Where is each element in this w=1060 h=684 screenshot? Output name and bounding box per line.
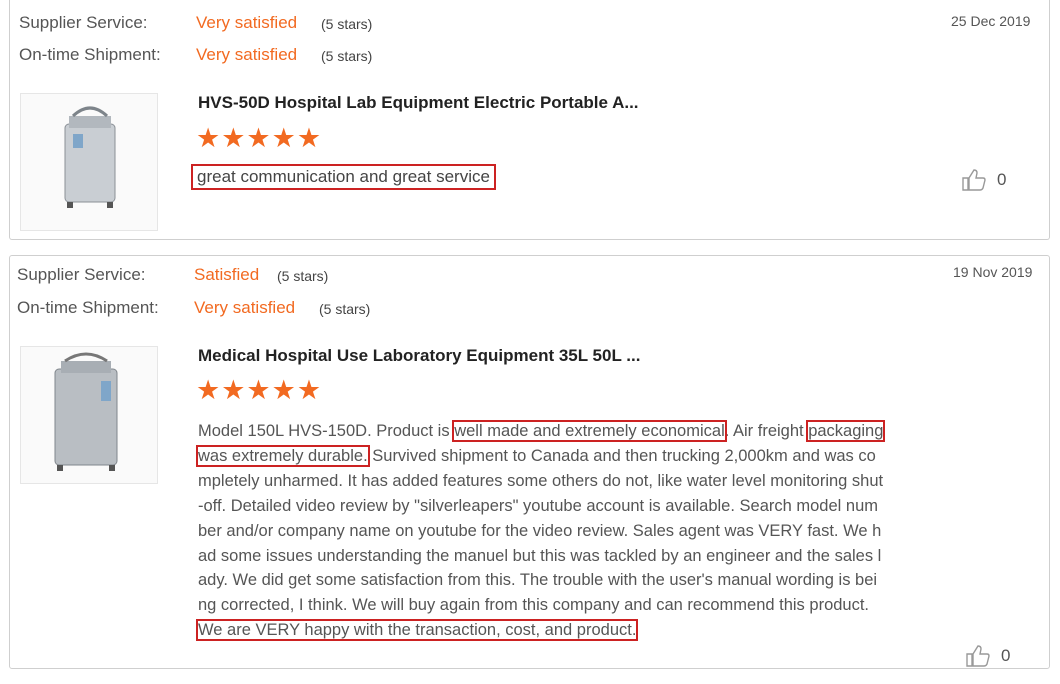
comment-text: Survived shipment to Canada and then tru…	[198, 446, 884, 615]
shipment-label: On-time Shipment:	[19, 45, 161, 64]
review-comment: Model 150L HVS-150D. Product is well mad…	[195, 419, 886, 643]
thumbs-up-icon	[966, 645, 990, 667]
like-button[interactable]: 0	[965, 644, 1010, 668]
shipment-value: Very satisfied	[194, 298, 296, 317]
highlighted-phrase: We are VERY happy with the transaction, …	[195, 619, 639, 642]
supplier-service-value: Satisfied	[194, 265, 260, 284]
rating-stars: ★★★★★	[196, 375, 323, 405]
like-count: 0	[997, 170, 1007, 189]
product-image[interactable]	[20, 346, 158, 484]
supplier-service-stars: (5 stars)	[321, 16, 373, 32]
shipment-stars: (5 stars)	[319, 301, 371, 317]
autoclave-image	[54, 352, 118, 471]
supplier-service-label: Supplier Service:	[19, 13, 148, 32]
supplier-service-value: Very satisfied	[196, 13, 298, 32]
autoclave-image	[64, 106, 116, 208]
review-date: 25 Dec 2019	[951, 13, 1031, 29]
rating-stars: ★★★★★	[196, 123, 323, 153]
shipment-label: On-time Shipment:	[17, 298, 159, 317]
comment-text: . Air freight	[724, 422, 809, 440]
like-count: 0	[1001, 646, 1011, 665]
review-comment: great communication and great service	[191, 164, 496, 190]
product-title[interactable]: HVS-50D Hospital Lab Equipment Electric …	[198, 93, 639, 113]
review-date: 19 Nov 2019	[953, 264, 1033, 280]
product-title[interactable]: Medical Hospital Use Laboratory Equipmen…	[198, 346, 640, 366]
highlighted-phrase: well made and extremely economical	[452, 420, 727, 442]
shipment-stars: (5 stars)	[321, 48, 373, 64]
shipment-value: Very satisfied	[196, 45, 298, 64]
like-button[interactable]: 0	[961, 168, 1006, 192]
comment-text: Model 150L HVS-150D. Product is	[198, 422, 455, 440]
review-card: Supplier Service: Satisfied (5 stars) 19…	[9, 255, 1050, 669]
thumbs-up-icon	[962, 169, 986, 191]
supplier-service-stars: (5 stars)	[277, 268, 329, 284]
supplier-service-label: Supplier Service:	[17, 265, 146, 284]
review-card: Supplier Service: Very satisfied (5 star…	[9, 0, 1050, 240]
product-image[interactable]	[20, 93, 158, 231]
